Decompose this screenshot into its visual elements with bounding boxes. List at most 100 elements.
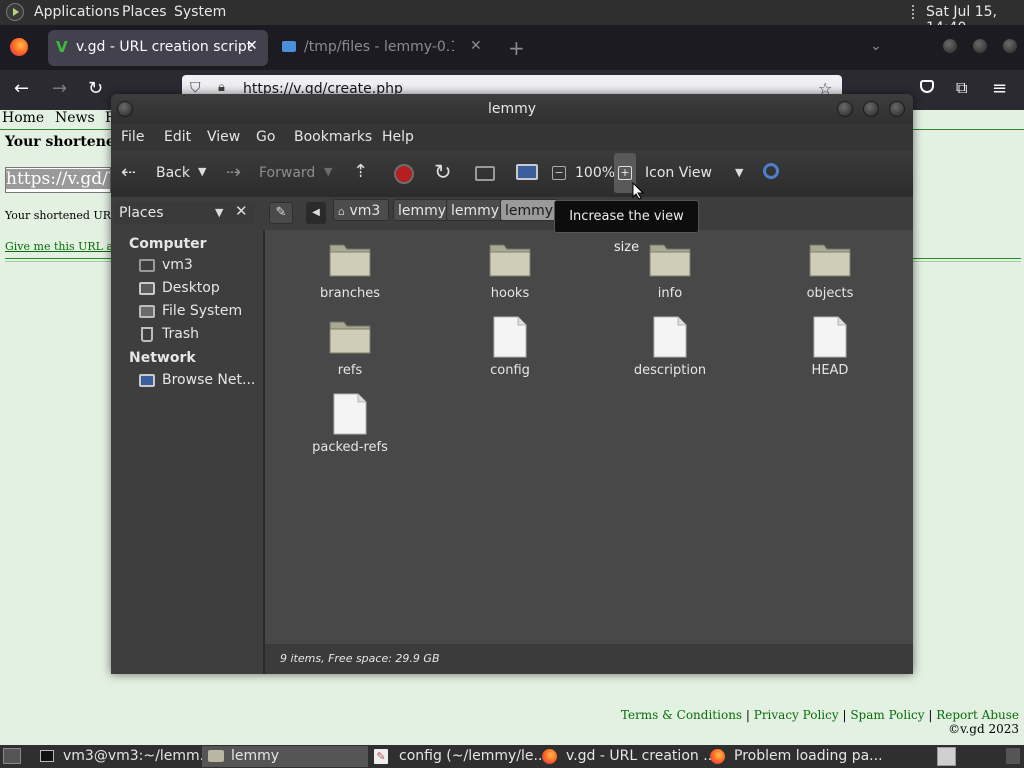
folder-item[interactable]: refs [290,315,410,387]
reload-icon[interactable]: ↻ [434,160,452,184]
workspace-switcher-icon[interactable] [937,747,956,766]
file-item[interactable]: HEAD [770,315,890,387]
sidebar-item-file-system[interactable]: File System [139,303,259,323]
window-titlebar[interactable]: lemmy [111,94,913,124]
search-icon[interactable] [763,163,779,179]
trash-applet-icon[interactable] [1006,748,1020,764]
file-item[interactable]: packed-refs [290,392,410,464]
up-icon[interactable]: ⇡ [353,161,368,182]
computer-icon[interactable] [516,164,538,180]
short-url-field[interactable]: https://v.gd/Y [5,167,111,193]
top-panel: Applications Places System Sat Jul 15, 1… [0,0,1024,36]
spam-policy-link[interactable]: Spam Policy [850,708,924,722]
back-history-icon[interactable]: ▼ [198,165,206,178]
zoom-out-icon[interactable]: − [552,166,566,180]
sidebar-item-trash[interactable]: Trash [139,326,259,346]
tab-tmp-files[interactable]: /tmp/files - lemmy-0.18... ✕ [272,30,492,66]
places-selector[interactable]: Places ▼ [115,202,255,224]
task-config-editor[interactable]: ✎ config (~/lemmy/le... [370,746,547,767]
breadcrumb-left-icon[interactable]: ◀ [306,202,326,224]
task-lemmy[interactable]: lemmy [202,746,368,767]
minimize-icon[interactable] [837,101,853,117]
forward-button[interactable]: Forward [259,165,315,181]
forward-arrow-icon[interactable]: ⇢ [226,162,241,183]
task-terminal[interactable]: vm3@vm3:~/lemm... [36,746,213,767]
system-menu[interactable]: System [174,4,226,20]
terms-link[interactable]: Terms & Conditions [621,708,742,722]
toggle-location-entry-icon[interactable]: ✎ [269,202,293,224]
menu-go[interactable]: Go [256,129,275,145]
file-icon-view[interactable]: branches hooks info objects refs config descri… [265,230,913,644]
file-name-label: config [490,363,530,378]
lock-icon[interactable]: 🔒︎ [218,80,225,95]
breadcrumb-lemmy-2[interactable]: lemmy [446,199,505,221]
gnome-logo-icon[interactable] [6,3,24,21]
folder-item[interactable]: objects [770,238,890,310]
mouse-cursor-icon [632,182,644,200]
sidebar-header-computer: Computer [129,236,207,252]
back-arrow-icon[interactable]: ← [14,78,29,99]
places-dropdown-icon[interactable]: ▼ [215,206,223,219]
view-mode-selector[interactable]: Icon View [645,165,712,181]
sidebar-item-vm3[interactable]: vm3 [139,257,259,277]
close-icon[interactable] [889,101,905,117]
folder-item[interactable]: branches [290,238,410,310]
task-label: Problem loading pa... [734,748,883,764]
stop-icon[interactable] [394,164,414,184]
close-sidebar-icon[interactable]: ✕ [235,202,248,220]
menu-file[interactable]: File [121,129,144,145]
task-firefox-vgd[interactable]: v.gd - URL creation ... [538,746,717,767]
ff-minimize-icon[interactable] [942,38,958,54]
zoom-level[interactable]: 100% [575,165,615,181]
breadcrumb-lemmy-current[interactable]: lemmy [500,199,559,221]
task-label: config (~/lemmy/le... [399,748,547,764]
terminal-icon [40,750,54,762]
report-abuse-link[interactable]: Report Abuse [936,708,1019,722]
sidebar-item-browse-network[interactable]: Browse Net... [139,372,263,392]
back-button[interactable]: Back [156,165,190,181]
hamburger-menu-icon[interactable]: ≡ [992,78,1007,99]
folder-item[interactable]: hooks [450,238,570,310]
close-tab-icon[interactable]: ✕ [246,38,258,54]
applications-menu[interactable]: Applications [34,4,120,20]
breadcrumb-lemmy-1[interactable]: lemmy [393,199,452,221]
ff-close-icon[interactable] [1002,38,1018,54]
nav-home-link[interactable]: Home [2,110,44,126]
bottom-taskbar: vm3@vm3:~/lemm... lemmy ✎ config (~/lemm… [0,745,1024,768]
menu-bookmarks[interactable]: Bookmarks [294,129,372,145]
home-icon[interactable] [475,166,495,181]
places-menu[interactable]: Places [122,4,167,20]
forward-history-icon[interactable]: ▼ [324,165,332,178]
privacy-link[interactable]: Privacy Policy [754,708,839,722]
sidebar-item-desktop[interactable]: Desktop [139,280,259,300]
close-tab-icon[interactable]: ✕ [470,38,482,54]
status-text: 9 items, Free space: 29.9 GB [280,652,440,665]
file-item[interactable]: description [610,315,730,387]
ff-maximize-icon[interactable] [972,38,988,54]
file-item[interactable]: config [450,315,570,387]
breadcrumb-vm3[interactable]: ⌂ vm3 [333,199,389,221]
forward-arrow-icon[interactable]: → [52,78,67,99]
trash-icon [141,327,153,342]
tab-vgd[interactable]: V v.gd - URL creation script ✕ [48,30,268,66]
extensions-icon[interactable]: ⧉ [956,78,967,98]
maximize-icon[interactable] [863,101,879,117]
list-tabs-icon[interactable]: ⌄ [870,38,882,54]
back-arrow-icon[interactable]: ⇠ [121,162,136,183]
reload-icon[interactable]: ↻ [88,78,103,99]
firefox-menu-icon[interactable] [10,38,28,56]
task-firefox-problem[interactable]: Problem loading pa... [706,746,886,767]
show-desktop-icon[interactable] [3,748,21,764]
new-tab-icon[interactable]: + [508,36,525,60]
menu-view[interactable]: View [207,129,240,145]
menu-help[interactable]: Help [382,129,414,145]
file-name-label: info [657,286,683,301]
zoom-in-icon[interactable]: + [618,166,632,180]
nav-news-link[interactable]: News [55,110,95,126]
view-mode-dropdown-icon[interactable]: ▼ [735,166,743,179]
drive-icon [139,305,155,318]
menu-edit[interactable]: Edit [164,129,191,145]
short-url-text[interactable]: https://v.gd/Y [6,169,110,189]
sidebar-item-label: Browse Net... [162,372,256,388]
file-name-label: hooks [490,286,530,301]
